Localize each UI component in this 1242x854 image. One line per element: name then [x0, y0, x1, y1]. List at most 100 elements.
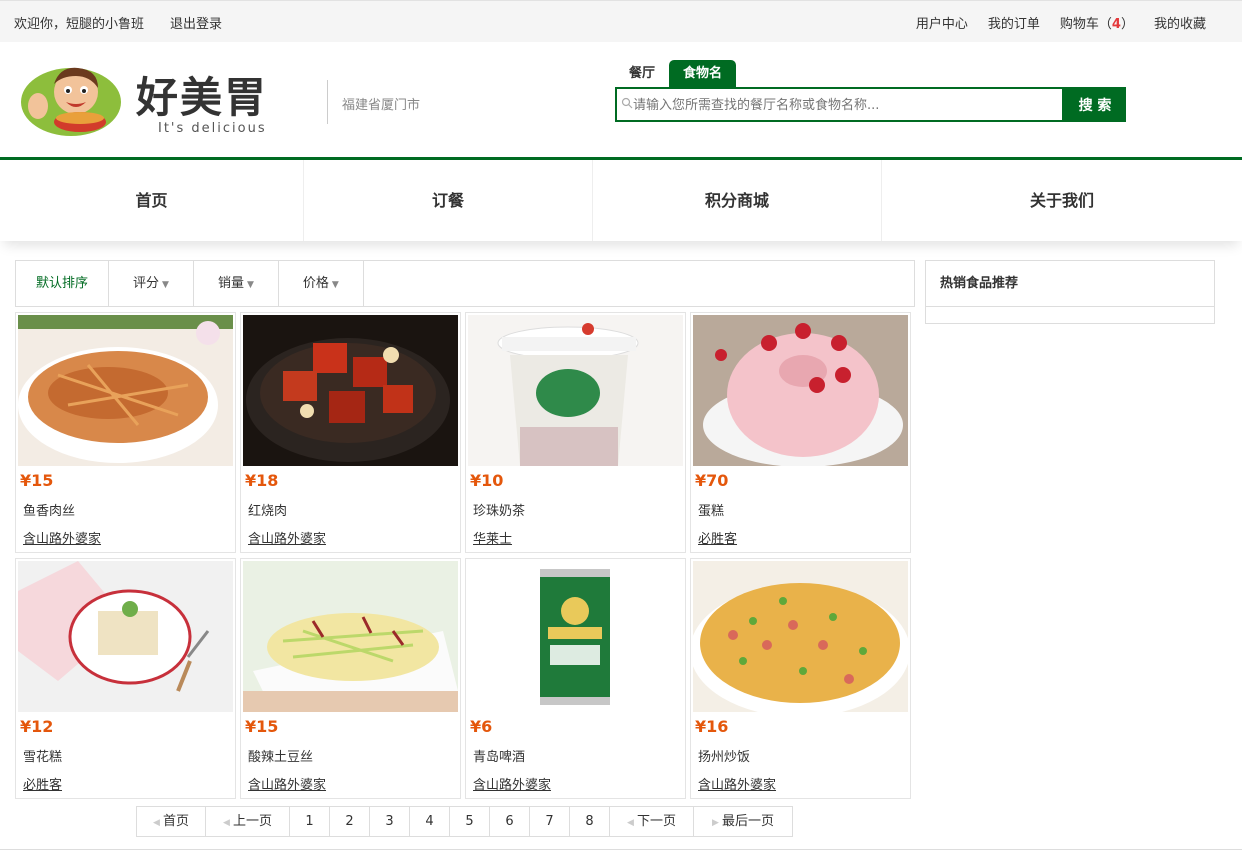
bottom-divider — [0, 849, 1242, 850]
sort-bar: 默认排序 评分 ▼ 销量 ▼ 价格 ▼ — [15, 260, 915, 307]
pagination: ◀ 首页 ◀ 上一页 1 2 3 4 5 6 7 8 ◀ 下一页 ▶ 最后一页 — [136, 806, 793, 837]
product-price: ¥6 — [470, 717, 493, 736]
sort-default-label: 默认排序 — [36, 276, 89, 291]
page-last[interactable]: ▶ 最后一页 — [694, 807, 792, 836]
product-name[interactable]: 红烧肉 — [248, 500, 287, 519]
favorites-link[interactable]: 我的收藏 — [1154, 13, 1206, 32]
welcome-text: 欢迎你，短腿的小鲁班 — [14, 17, 145, 32]
product-card[interactable]: ¥10 珍珠奶茶 华莱士 — [465, 312, 686, 553]
arrow-left-icon: ◀ — [627, 818, 634, 828]
sort-price-label: 价格 — [302, 276, 329, 291]
shop-link[interactable]: 含山路外婆家 — [248, 774, 326, 793]
user-center-link[interactable]: 用户中心 — [916, 13, 968, 32]
top-bar: 欢迎你，短腿的小鲁班 退出登录 用户中心 我的订单 购物车（4） 我的收藏 — [0, 0, 1242, 42]
cart-close: ） — [1120, 17, 1134, 32]
logo-text[interactable]: 好美胃 — [136, 64, 268, 125]
product-card[interactable]: ¥12 雪花糕 必胜客 — [15, 558, 236, 799]
product-price: ¥15 — [20, 471, 54, 490]
shop-link[interactable]: 含山路外婆家 — [23, 528, 101, 547]
tab-restaurant[interactable]: 餐厅 — [615, 60, 669, 88]
tab-food-name[interactable]: 食物名 — [669, 60, 737, 88]
shredded-pork-image[interactable] — [18, 315, 233, 466]
shop-link[interactable]: 必胜客 — [698, 528, 737, 547]
page-number[interactable]: 4 — [410, 807, 450, 836]
shop-link[interactable]: 含山路外婆家 — [473, 774, 551, 793]
cart-link[interactable]: 购物车（4） — [1060, 13, 1134, 32]
search-tabs: 餐厅 食物名 — [615, 60, 737, 88]
shop-link[interactable]: 含山路外婆家 — [248, 528, 326, 547]
shop-link[interactable]: 华莱士 — [473, 528, 512, 547]
product-card[interactable]: ¥15 鱼香肉丝 含山路外婆家 — [15, 312, 236, 553]
nav-about-us[interactable]: 关于我们 — [882, 160, 1242, 241]
nav-home[interactable]: 首页 — [0, 160, 304, 241]
product-card[interactable]: ¥16 扬州炒饭 含山路外婆家 — [690, 558, 911, 799]
page-number[interactable]: 5 — [450, 807, 490, 836]
page-number[interactable]: 8 — [570, 807, 610, 836]
strawberry-cake-image[interactable] — [693, 315, 908, 466]
search-button[interactable]: 搜 索 — [1064, 87, 1126, 122]
snow-cake-image[interactable] — [18, 561, 233, 712]
product-price: ¥16 — [695, 717, 729, 736]
product-name[interactable]: 鱼香肉丝 — [23, 500, 75, 519]
arrow-right-icon: ▶ — [712, 818, 719, 828]
logo-divider — [327, 80, 328, 124]
page-number[interactable]: 1 — [290, 807, 330, 836]
page-next-label: 下一页 — [636, 814, 676, 829]
chef-mascot-icon — [21, 67, 121, 136]
product-price: ¥18 — [245, 471, 279, 490]
page-first-label: 首页 — [162, 814, 189, 829]
product-name[interactable]: 青岛啤酒 — [473, 746, 525, 765]
page-first[interactable]: ◀ 首页 — [137, 807, 206, 836]
page-number[interactable]: 7 — [530, 807, 570, 836]
sort-rating-label: 评分 — [133, 276, 160, 291]
product-name[interactable]: 珍珠奶茶 — [473, 500, 525, 519]
product-name[interactable]: 扬州炒饭 — [698, 746, 750, 765]
sort-price[interactable]: 价格 ▼ — [279, 261, 364, 306]
product-name[interactable]: 蛋糕 — [698, 500, 724, 519]
product-name[interactable]: 酸辣土豆丝 — [248, 746, 313, 765]
product-card[interactable]: ¥70 蛋糕 必胜客 — [690, 312, 911, 553]
search-icon — [621, 97, 633, 109]
product-name[interactable]: 雪花糕 — [23, 746, 62, 765]
fried-rice-image[interactable] — [693, 561, 908, 712]
hot-food-title: 热销食品推荐 — [926, 261, 1214, 307]
product-card[interactable]: ¥15 酸辣土豆丝 含山路外婆家 — [240, 558, 461, 799]
arrow-down-icon: ▼ — [246, 280, 254, 290]
logo-subtitle: It's delicious — [158, 121, 267, 136]
potato-shreds-image[interactable] — [243, 561, 458, 712]
hot-food-panel: 热销食品推荐 — [925, 260, 1215, 324]
sort-sales-label: 销量 — [217, 276, 244, 291]
beer-can-image[interactable] — [468, 561, 683, 712]
page-prev[interactable]: ◀ 上一页 — [206, 807, 290, 836]
page-number[interactable]: 6 — [490, 807, 530, 836]
arrow-down-icon: ▼ — [331, 280, 339, 290]
sort-sales[interactable]: 销量 ▼ — [194, 261, 279, 306]
page-number[interactable]: 2 — [330, 807, 370, 836]
logout-link[interactable]: 退出登录 — [170, 13, 222, 32]
product-price: ¥70 — [695, 471, 729, 490]
location-text[interactable]: 福建省厦门市 — [342, 94, 420, 113]
sort-default[interactable]: 默认排序 — [16, 261, 110, 306]
product-price: ¥15 — [245, 717, 279, 736]
shop-link[interactable]: 必胜客 — [23, 774, 62, 793]
my-orders-link[interactable]: 我的订单 — [988, 13, 1040, 32]
nav-points-mall[interactable]: 积分商城 — [593, 160, 882, 241]
main-nav: 首页 订餐 积分商城 关于我们 — [0, 157, 1242, 241]
cart-count: 4 — [1111, 17, 1121, 32]
sort-rating[interactable]: 评分 ▼ — [109, 261, 194, 306]
top-links: 用户中心 我的订单 购物车（4） 我的收藏 — [916, 13, 1206, 32]
search-input[interactable] — [633, 95, 1053, 115]
arrow-down-icon: ▼ — [162, 280, 169, 290]
shop-link[interactable]: 含山路外婆家 — [698, 774, 776, 793]
page-number[interactable]: 3 — [370, 807, 410, 836]
braised-pork-image[interactable] — [243, 315, 458, 466]
arrow-left-icon: ◀ — [223, 818, 230, 828]
product-price: ¥10 — [470, 471, 504, 490]
product-card[interactable]: ¥18 红烧肉 含山路外婆家 — [240, 312, 461, 553]
bubble-tea-image[interactable] — [468, 315, 683, 466]
nav-order[interactable]: 订餐 — [304, 160, 593, 241]
product-card[interactable]: ¥6 青岛啤酒 含山路外婆家 — [465, 558, 686, 799]
site-header: 好美胃 It's delicious 福建省厦门市 餐厅 食物名 搜 索 — [0, 42, 1242, 157]
page-last-label: 最后一页 — [721, 814, 774, 829]
page-next[interactable]: ◀ 下一页 — [610, 807, 694, 836]
